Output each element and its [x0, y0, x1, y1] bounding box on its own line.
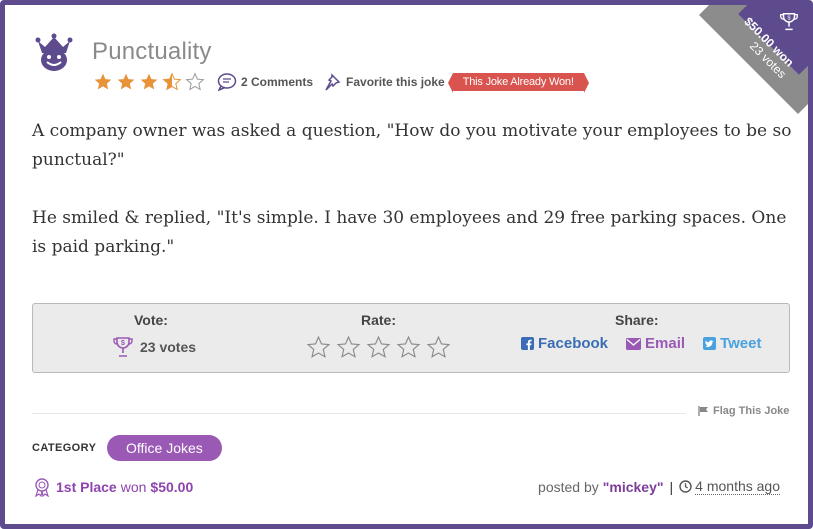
envelope-icon [626, 337, 642, 350]
star-outline-icon[interactable] [426, 335, 451, 360]
svg-text:$: $ [121, 340, 125, 347]
prize-corner-ribbon: $ $50.00 won 23 votes [698, 5, 808, 115]
rate-title: Rate: [361, 312, 397, 328]
share-tweet-link[interactable]: Tweet [703, 335, 761, 352]
joke-paragraph: He smiled & replied, "It's simple. I hav… [32, 208, 787, 257]
flag-joke-link[interactable]: Flag This Joke [698, 405, 789, 417]
joke-meta-bar: 2 Comments Favorite this joke This Joke … [93, 71, 589, 93]
category-label: CATEGORY [32, 442, 97, 454]
vote-count: 23 votes [140, 339, 197, 355]
joke-body: A company owner was asked a question, "H… [32, 117, 792, 262]
star-outline-icon[interactable] [336, 335, 361, 360]
award-ribbon-icon [35, 478, 49, 497]
email-label: Email [645, 335, 686, 352]
already-won-badge: This Joke Already Won! [447, 73, 589, 93]
time-ago: 4 months ago [695, 478, 780, 495]
author-link[interactable]: "mickey" [603, 479, 664, 495]
posted-by-label: posted by [538, 478, 599, 495]
trophy-icon: $ [780, 13, 798, 31]
flag-icon [698, 406, 708, 416]
category-pill[interactable]: Office Jokes [107, 435, 222, 461]
award-amount: $50.00 [150, 479, 194, 495]
vote-button[interactable]: $ 23 votes [111, 336, 196, 358]
joke-paragraph: A company owner was asked a question, "H… [32, 121, 792, 170]
action-panel: Vote: $ 23 votes Rate: Share: Facebook E… [32, 303, 790, 373]
award-line: 1st Place won $50.00 [32, 477, 193, 497]
pushpin-icon [325, 73, 341, 91]
comments-link[interactable]: 2 Comments [217, 73, 313, 91]
svg-text:$: $ [787, 15, 790, 21]
star-outline-icon[interactable] [366, 335, 391, 360]
share-email-link[interactable]: Email [626, 335, 685, 352]
jester-logo-icon [35, 33, 73, 71]
share-title: Share: [615, 312, 659, 328]
award-place[interactable]: 1st Place [56, 479, 117, 495]
facebook-label: Facebook [538, 335, 609, 352]
star-full-icon [140, 73, 158, 90]
rate-stars-input[interactable] [306, 335, 456, 360]
star-full-icon [117, 73, 135, 90]
star-outline-icon[interactable] [306, 335, 331, 360]
star-full-icon [94, 73, 112, 90]
facebook-icon [521, 337, 534, 350]
share-facebook-link[interactable]: Facebook [521, 335, 608, 352]
twitter-icon [703, 337, 717, 350]
star-half-icon [162, 72, 182, 91]
comments-label: 2 Comments [241, 75, 314, 89]
joke-rating-stars [93, 72, 208, 92]
trophy-icon: $ [113, 337, 133, 357]
joke-card: $ $50.00 won 23 votes Punctuality 2 Comm… [0, 0, 813, 529]
clock-icon [679, 480, 692, 493]
favorite-link[interactable]: Favorite this joke [322, 73, 445, 91]
flag-label: Flag This Joke [713, 405, 790, 417]
star-outline-icon[interactable] [396, 335, 421, 360]
footer-divider [32, 413, 686, 414]
speech-bubble-icon [217, 73, 237, 91]
star-empty-icon [185, 72, 205, 91]
posted-separator: | [669, 478, 674, 495]
posted-info: posted by "mickey" | 4 months ago [538, 478, 780, 495]
award-won-text: won [120, 479, 147, 495]
tweet-label: Tweet [720, 335, 762, 352]
share-links: Facebook Email Tweet [521, 335, 779, 352]
joke-title[interactable]: Punctuality [92, 38, 212, 66]
vote-title: Vote: [134, 312, 168, 328]
favorite-label: Favorite this joke [346, 75, 445, 89]
